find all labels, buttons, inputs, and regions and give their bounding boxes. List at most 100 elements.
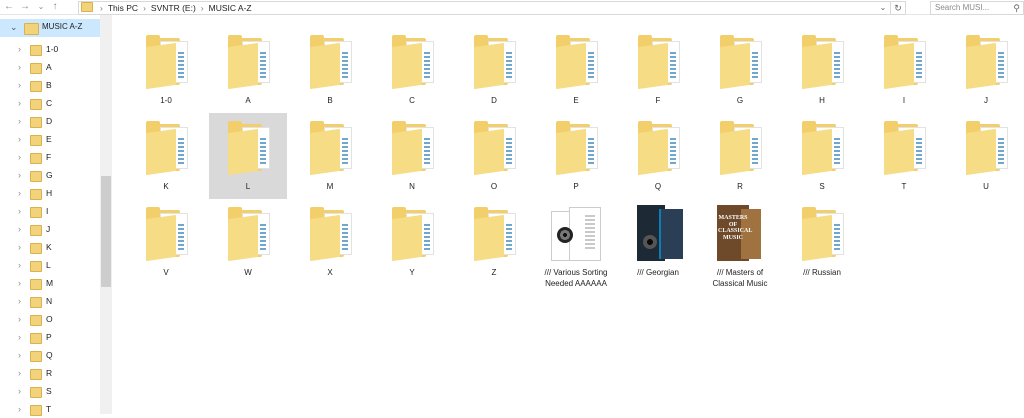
nav-item-folder[interactable]: › J — [0, 221, 100, 238]
nav-item-folder[interactable]: › R — [0, 365, 100, 382]
chevron-right-icon[interactable]: › — [18, 221, 21, 238]
chevron-right-icon[interactable]: › — [18, 347, 21, 364]
chevron-right-icon[interactable]: › — [18, 113, 21, 130]
breadcrumb-drive[interactable]: SVNTR (E:) — [151, 3, 196, 13]
nav-scrollbar[interactable] — [100, 15, 112, 414]
folder-item[interactable]: X — [291, 199, 369, 285]
folder-item[interactable]: M — [291, 113, 369, 199]
folder-item[interactable]: H — [783, 27, 861, 113]
folder-item[interactable]: F — [619, 27, 697, 113]
nav-item-label: I — [46, 206, 49, 216]
forward-icon[interactable]: → — [18, 0, 32, 14]
nav-item-folder[interactable]: › F — [0, 149, 100, 166]
folder-item[interactable]: A — [209, 27, 287, 113]
recent-locations-icon[interactable]: ⌄ — [34, 0, 48, 14]
nav-item-folder[interactable]: › C — [0, 95, 100, 112]
search-input[interactable]: Search MUSI... ⚲ — [930, 1, 1024, 15]
chevron-right-icon[interactable]: › — [18, 203, 21, 220]
chevron-right-icon[interactable]: › — [18, 257, 21, 274]
chevron-right-icon[interactable]: › — [18, 239, 21, 256]
chevron-right-icon[interactable]: › — [18, 293, 21, 310]
folder-item[interactable]: G — [701, 27, 779, 113]
folder-label: /// Georgian — [637, 268, 679, 277]
breadcrumb-this-pc[interactable]: This PC — [108, 3, 138, 13]
folder-item[interactable]: B — [291, 27, 369, 113]
chevron-right-icon[interactable]: › — [18, 185, 21, 202]
nav-item-folder[interactable]: › T — [0, 401, 100, 418]
folder-item[interactable]: V — [127, 199, 205, 285]
folder-item[interactable]: P — [537, 113, 615, 199]
folder-item[interactable]: W — [209, 199, 287, 285]
folder-item[interactable]: S — [783, 113, 861, 199]
folder-label: K — [163, 182, 169, 191]
chevron-right-icon[interactable]: › — [18, 401, 21, 418]
folder-item[interactable]: O — [455, 113, 533, 199]
folder-item[interactable]: D — [455, 27, 533, 113]
back-icon[interactable]: ← — [2, 0, 16, 14]
folder-item[interactable]: N — [373, 113, 451, 199]
folder-item[interactable]: /// Georgian — [619, 199, 697, 285]
nav-item-folder[interactable]: › G — [0, 167, 100, 184]
folder-item[interactable]: J — [947, 27, 1024, 113]
address-bar[interactable]: › This PC › SVNTR (E:) › MUSIC A-Z ⌄ ↻ — [78, 1, 906, 15]
chevron-right-icon[interactable]: › — [18, 59, 21, 76]
nav-item-folder[interactable]: › 1-0 — [0, 41, 100, 58]
nav-item-label: P — [46, 332, 52, 342]
scrollbar-thumb[interactable] — [101, 176, 111, 287]
chevron-right-icon[interactable]: › — [18, 365, 21, 382]
folder-item[interactable]: Z — [455, 199, 533, 285]
chevron-right-icon[interactable]: › — [18, 275, 21, 292]
folder-item[interactable]: L — [209, 113, 287, 199]
folder-item[interactable]: C — [373, 27, 451, 113]
folder-item[interactable]: T — [865, 113, 943, 199]
chevron-right-icon[interactable]: › — [18, 131, 21, 148]
nav-item-folder[interactable]: › O — [0, 311, 100, 328]
folder-item[interactable]: K — [127, 113, 205, 199]
chevron-right-icon[interactable]: › — [18, 149, 21, 166]
nav-item-folder[interactable]: › I — [0, 203, 100, 220]
chevron-right-icon[interactable]: › — [18, 311, 21, 328]
folder-label: D — [491, 96, 497, 105]
nav-item-folder[interactable]: › Q — [0, 347, 100, 364]
breadcrumb-music-a-z[interactable]: MUSIC A-Z — [209, 3, 252, 13]
chevron-right-icon[interactable]: › — [18, 41, 21, 58]
folder-item[interactable]: /// Various Sorting Needed AAAAAA — [537, 199, 615, 288]
folder-item[interactable]: Y — [373, 199, 451, 285]
chevron-right-icon[interactable]: › — [18, 167, 21, 184]
folder-item[interactable]: U — [947, 113, 1024, 199]
chevron-right-icon[interactable]: › — [18, 77, 21, 94]
refresh-icon[interactable]: ↻ — [890, 2, 905, 14]
chevron-right-icon[interactable]: › — [18, 383, 21, 400]
nav-item-folder[interactable]: › A — [0, 59, 100, 76]
nav-root-music-a-z[interactable]: ⌄ MUSIC A-Z — [0, 19, 100, 37]
chevron-right-icon[interactable]: › — [18, 95, 21, 112]
folder-item[interactable]: R — [701, 113, 779, 199]
chevron-down-icon[interactable]: ⌄ — [10, 22, 18, 33]
nav-item-folder[interactable]: › N — [0, 293, 100, 310]
folder-item[interactable]: MASTERS OF CLASSICAL MUSIC /// Masters of… — [701, 199, 779, 288]
nav-item-folder[interactable]: › L — [0, 257, 100, 274]
folder-item[interactable]: 1-0 — [127, 27, 205, 113]
folder-icon — [802, 121, 848, 176]
folder-icon — [474, 207, 520, 262]
nav-item-folder[interactable]: › P — [0, 329, 100, 346]
folder-item[interactable]: I — [865, 27, 943, 113]
folder-item[interactable]: E — [537, 27, 615, 113]
folder-label: F — [655, 96, 661, 105]
nav-item-folder[interactable]: › B — [0, 77, 100, 94]
nav-item-folder[interactable]: › H — [0, 185, 100, 202]
folder-item[interactable]: /// Russian — [783, 199, 861, 285]
folder-item[interactable]: Q — [619, 113, 697, 199]
nav-item-folder[interactable]: › E — [0, 131, 100, 148]
nav-item-label: C — [46, 98, 53, 108]
nav-item-folder[interactable]: › M — [0, 275, 100, 292]
chevron-right-icon[interactable]: › — [18, 329, 21, 346]
address-dropdown-icon[interactable]: ⌄ — [877, 2, 889, 14]
nav-item-folder[interactable]: › K — [0, 239, 100, 256]
up-icon[interactable]: ↑ — [48, 0, 62, 14]
folder-icon — [556, 35, 602, 90]
folder-icon — [30, 261, 42, 272]
nav-item-folder[interactable]: › S — [0, 383, 100, 400]
nav-item-label: T — [46, 404, 52, 414]
nav-item-folder[interactable]: › D — [0, 113, 100, 130]
